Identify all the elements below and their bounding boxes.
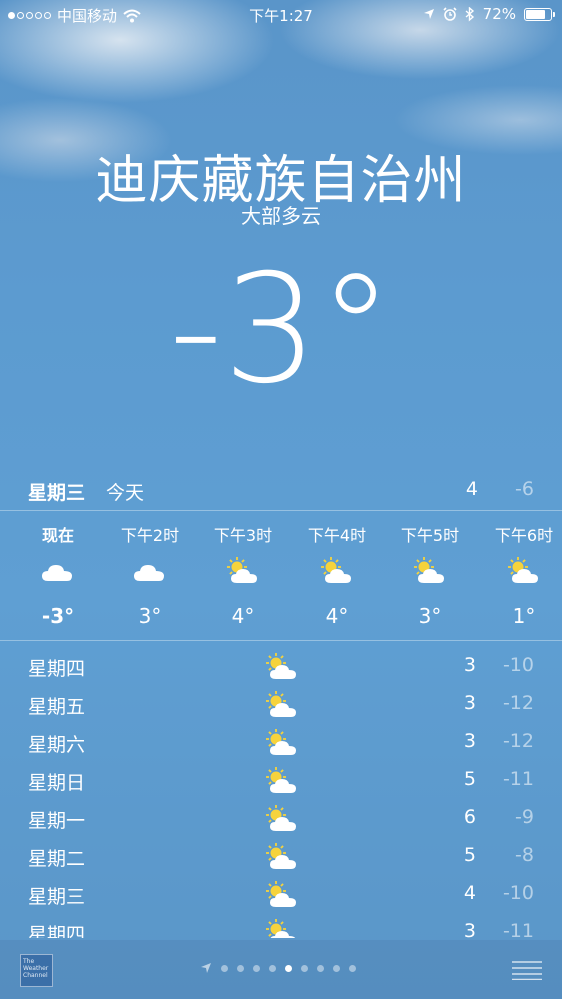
today-label: 今天 [106, 482, 145, 504]
daily-low: -11 [502, 920, 534, 938]
page-dot[interactable] [301, 964, 308, 972]
partly-sunny-icon [264, 691, 300, 719]
daily-day: 星期三 [28, 886, 86, 908]
today-high: 4 [465, 478, 478, 500]
hourly-temp: 3° [418, 604, 442, 628]
hourly-time: 下午3时 [213, 526, 273, 545]
daily-low: -12 [502, 692, 534, 714]
daily-row: 星期六 3 -12 [0, 724, 562, 762]
partly-sunny-icon [412, 557, 448, 585]
divider [0, 640, 562, 641]
battery-fill [526, 9, 545, 19]
partly-sunny-icon [264, 919, 300, 938]
alarm-icon [443, 7, 457, 21]
status-bar: 中国移动 下午1:27 72% [0, 0, 562, 28]
battery-percent: 72% [482, 5, 516, 23]
daily-high: 3 [463, 654, 476, 676]
partly-sunny-icon [264, 805, 300, 833]
today-day: 星期三 [28, 482, 86, 504]
status-right: 72% [423, 5, 555, 23]
daily-high: 4 [463, 882, 476, 904]
page-dot[interactable] [317, 964, 324, 972]
today-low: -6 [515, 478, 534, 500]
hourly-time: 下午5时 [400, 526, 460, 545]
daily-low: -9 [515, 806, 534, 828]
page-dot[interactable] [333, 964, 340, 972]
hourly-temp: 4° [325, 604, 349, 628]
page-dot[interactable] [285, 964, 292, 972]
daily-row: 星期四 3 -11 [0, 914, 562, 938]
partly-sunny-icon [264, 843, 300, 871]
logo-text: The Weather Channel [23, 958, 49, 979]
battery-icon [524, 7, 555, 21]
daily-low: -10 [502, 882, 534, 904]
location-icon [423, 9, 434, 19]
hourly-temp: -3° [41, 604, 75, 628]
daily-high: 3 [463, 920, 476, 938]
partly-sunny-icon [319, 557, 355, 585]
daily-high: 6 [463, 806, 476, 828]
daily-row: 星期一 6 -9 [0, 800, 562, 838]
hourly-temp: 4° [231, 604, 255, 628]
partly-sunny-icon [225, 557, 261, 585]
daily-day: 星期日 [28, 772, 86, 794]
bottom-toolbar: The Weather Channel [0, 940, 562, 999]
daily-low: -12 [502, 730, 534, 752]
daily-row: 星期三 4 -10 [0, 876, 562, 914]
current-temperature: -3° [168, 243, 394, 417]
hourly-time: 现在 [41, 526, 74, 545]
hourly-time: 下午6时 [494, 526, 554, 545]
weather-channel-logo[interactable]: The Weather Channel [20, 954, 53, 987]
today-summary: 星期三 今天 4 -6 [28, 478, 534, 506]
partly-sunny-icon [264, 729, 300, 757]
cloud-icon [40, 557, 76, 585]
page-dot[interactable] [221, 964, 228, 972]
daily-high: 3 [463, 730, 476, 752]
weather-condition: 大部多云 [241, 204, 321, 228]
divider [0, 510, 562, 511]
partly-sunny-icon [264, 767, 300, 795]
hourly-time: 下午4时 [307, 526, 367, 545]
daily-day: 星期五 [28, 696, 86, 718]
page-dot[interactable] [269, 964, 276, 972]
page-dot[interactable] [237, 964, 244, 972]
page-indicator[interactable] [200, 962, 356, 974]
daily-forecast[interactable]: 星期四 3 -10 星期五 3 -12 星期六 3 -12 星期日 5 -11 星期一 … [0, 648, 562, 938]
daily-low: -11 [502, 768, 534, 790]
daily-low: -10 [502, 654, 534, 676]
partly-sunny-icon [264, 881, 300, 909]
cloud-icon [132, 557, 168, 585]
hourly-time: 下午2时 [120, 526, 180, 545]
hourly-forecast[interactable]: 现在 -3° 下午2时 3° 下午3时 4° 下午4时 4° 下午5时 3° 下午6时 1… [0, 512, 562, 640]
page-dot[interactable] [253, 964, 260, 972]
partly-sunny-icon [264, 653, 300, 681]
daily-day: 星期四 [28, 924, 86, 938]
page-dot[interactable] [349, 964, 356, 972]
hourly-temp: 1° [512, 604, 536, 628]
location-arrow-icon [201, 963, 211, 973]
hourly-temp: 3° [138, 604, 162, 628]
daily-row: 星期四 3 -10 [0, 648, 562, 686]
daily-row: 星期日 5 -11 [0, 762, 562, 800]
daily-day: 星期一 [28, 810, 86, 832]
daily-low: -8 [515, 844, 534, 866]
partly-sunny-icon [506, 557, 542, 585]
daily-row: 星期五 3 -12 [0, 686, 562, 724]
daily-day: 星期六 [28, 734, 86, 756]
daily-day: 星期四 [28, 658, 86, 680]
daily-high: 3 [463, 692, 476, 714]
bluetooth-icon [465, 6, 474, 22]
daily-high: 5 [463, 844, 476, 866]
daily-high: 5 [463, 768, 476, 790]
daily-day: 星期二 [28, 848, 86, 870]
list-icon[interactable] [512, 960, 542, 980]
daily-row: 星期二 5 -8 [0, 838, 562, 876]
